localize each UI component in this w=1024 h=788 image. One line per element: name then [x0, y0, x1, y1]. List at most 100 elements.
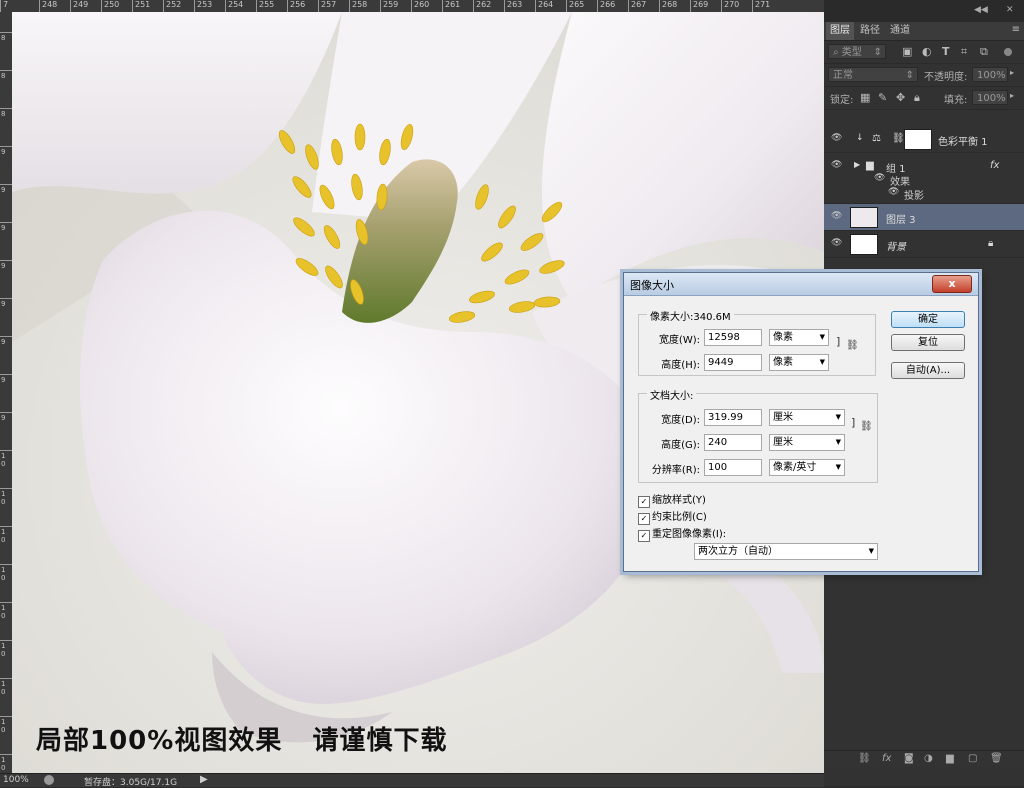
ruler-tick: 9	[0, 222, 12, 253]
folder-icon[interactable]: ▆	[946, 753, 954, 764]
ruler-tick: 266	[597, 0, 615, 12]
eye-icon[interactable]: 👁︎	[874, 173, 885, 183]
chain-link-icon: ⛓	[846, 340, 859, 351]
tab-layers[interactable]: 图层	[826, 22, 854, 40]
zoom-level[interactable]: 100%	[3, 775, 29, 785]
opacity-input[interactable]: 100%	[972, 67, 1008, 82]
type-filter-icon[interactable]: T	[942, 45, 950, 59]
pixel-height-unit-select[interactable]: 像素 ▼	[769, 354, 829, 371]
ruler-tick: 269	[690, 0, 708, 12]
ok-button[interactable]: 确定	[891, 311, 965, 328]
resample-checkbox[interactable]: ✓ 重定图像像素(I):	[638, 525, 726, 542]
ruler-tick-label: 9	[1, 414, 6, 422]
image-filter-icon[interactable]: ▣	[902, 45, 912, 59]
mask-icon[interactable]: ◙	[904, 753, 914, 764]
layer-mask-thumbnail[interactable]	[904, 129, 932, 150]
close-panel-icon[interactable]: ✕	[1006, 5, 1014, 15]
ruler-tick-label: 252	[166, 0, 182, 9]
adjustment-filter-icon[interactable]: ◐	[922, 45, 932, 59]
collapse-panel-icon[interactable]: ◀◀	[974, 5, 988, 15]
ruler-tick-label: 1 0	[1, 490, 6, 506]
reset-button[interactable]: 复位	[891, 334, 965, 351]
chain-link-icon: ⛓	[892, 133, 905, 144]
auto-button[interactable]: 自动(A)...	[891, 362, 965, 379]
unit-value: 厘米	[773, 437, 793, 448]
chevron-right-icon[interactable]: ▸	[1010, 91, 1014, 100]
shape-filter-icon[interactable]: ⌗	[961, 45, 967, 59]
layer-row-layer-3[interactable]: 👁︎ 图层 3	[824, 204, 1024, 231]
ruler-tick: 258	[349, 0, 367, 12]
lock-transparency-icon[interactable]: ▦	[860, 91, 870, 105]
resolution-unit-select[interactable]: 像素/英寸 ▼	[769, 459, 845, 476]
dialog-titlebar[interactable]: 图像大小 x	[624, 273, 978, 296]
new-layer-icon[interactable]: ▢	[968, 753, 977, 764]
status-menu-arrow-icon[interactable]: ▶	[200, 774, 208, 785]
checkmark-icon: ✓	[638, 513, 650, 525]
ruler-tick-label: 264	[538, 0, 554, 9]
search-icon: ⌕	[833, 47, 842, 58]
layer-row-background[interactable]: 👁︎ 背景 🔒︎	[824, 231, 1024, 258]
layer-name[interactable]: 色彩平衡 1	[938, 133, 988, 148]
link-icon[interactable]: ⛓	[858, 753, 871, 764]
scale-styles-checkbox[interactable]: ✓ 缩放样式(Y)	[638, 491, 706, 508]
trash-icon[interactable]: 🗑︎	[990, 753, 1003, 764]
fill-input[interactable]: 100%	[972, 90, 1008, 105]
checkbox-label: 约束比例(C)	[652, 512, 707, 523]
fx-icon[interactable]: fx	[882, 753, 891, 764]
ruler-tick: 260	[411, 0, 429, 12]
resolution-input[interactable]: 100	[704, 459, 762, 476]
pixel-height-input[interactable]: 9449	[704, 354, 762, 371]
scratch-disk-info: 暂存盘：3.05G/17.1G	[84, 778, 178, 788]
resample-method-select[interactable]: 两次立方（自动） ▼	[694, 543, 878, 560]
layer-filter-select[interactable]: ⌕ 类型 ⇕	[828, 44, 886, 59]
effects-row[interactable]: 👁︎ 效果	[824, 173, 1024, 188]
document-status-icon[interactable]	[44, 775, 54, 785]
lock-position-icon[interactable]: ✥	[896, 91, 905, 105]
effect-item-row[interactable]: 👁︎ 投影	[824, 187, 1024, 202]
eye-icon[interactable]: 👁︎	[831, 160, 842, 170]
layer-name[interactable]: 背景	[886, 238, 906, 253]
eye-icon[interactable]: 👁︎	[831, 238, 842, 248]
filter-toggle-icon[interactable]	[1004, 48, 1012, 56]
layer-thumbnail[interactable]	[850, 234, 878, 255]
pixel-width-input[interactable]: 12598	[704, 329, 762, 346]
eye-icon[interactable]: 👁︎	[831, 211, 842, 221]
ruler-tick-label: 1 0	[1, 566, 6, 582]
blend-mode-select[interactable]: 正常 ⇕	[828, 67, 918, 82]
lock-paint-icon[interactable]: ✎	[878, 91, 887, 105]
doc-height-unit-select[interactable]: 厘米 ▼	[769, 434, 845, 451]
ruler-tick: 271	[752, 0, 770, 12]
ruler-tick: 265	[566, 0, 584, 12]
ruler-tick-label: 253	[197, 0, 213, 9]
eye-icon[interactable]: 👁︎	[831, 133, 842, 143]
ruler-tick-label: 260	[414, 0, 430, 9]
unit-value: 像素	[773, 332, 793, 343]
layer-thumbnail[interactable]	[850, 207, 878, 228]
expand-triangle-icon[interactable]: ▶	[854, 160, 860, 169]
ruler-tick: 8	[0, 108, 12, 139]
ruler-tick: 1 0	[0, 640, 12, 671]
panel-menu-icon[interactable]: ≡	[1012, 24, 1020, 35]
tab-paths[interactable]: 路径	[856, 22, 884, 40]
chevron-right-icon[interactable]: ▸	[1010, 68, 1014, 77]
adjustment-icon[interactable]: ◑	[924, 753, 933, 764]
doc-width-unit-select[interactable]: 厘米 ▼	[769, 409, 845, 426]
dropdown-arrow-icon: ▼	[835, 413, 841, 421]
doc-width-input[interactable]: 319.99	[704, 409, 762, 426]
layer-row-group-1[interactable]: 👁︎ ▶ ▆ 组 1 fx 👁︎ 效果 👁︎ 投影	[824, 153, 1024, 204]
effect-item-label: 投影	[904, 191, 924, 202]
doc-height-input[interactable]: 240	[704, 434, 762, 451]
smart-filter-icon[interactable]: ⧉	[980, 45, 988, 59]
lock-all-icon[interactable]: 🔒︎	[914, 91, 920, 105]
checkmark-icon: ✓	[638, 530, 650, 542]
constrain-proportions-checkbox[interactable]: ✓ 约束比例(C)	[638, 508, 707, 525]
fx-icon[interactable]: fx	[990, 160, 999, 171]
close-button[interactable]: x	[932, 275, 972, 293]
eye-icon[interactable]: 👁︎	[888, 187, 899, 197]
pixel-width-unit-select[interactable]: 像素 ▼	[769, 329, 829, 346]
ruler-tick: 263	[504, 0, 522, 12]
canvas-caption: 局部100%视图效果 请谨慎下载	[36, 726, 448, 756]
layer-name[interactable]: 图层 3	[886, 211, 916, 226]
layer-row-color-balance[interactable]: 👁︎ ↓ ⚖ ⛓ 色彩平衡 1	[824, 126, 1024, 153]
tab-channels[interactable]: 通道	[886, 22, 914, 40]
